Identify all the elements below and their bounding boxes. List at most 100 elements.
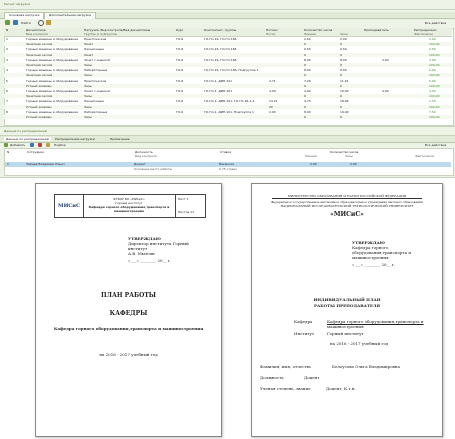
row-lectures: 8,00 [304, 109, 311, 114]
filter-icon[interactable] [46, 20, 51, 25]
row-load-kind: Часы [84, 83, 92, 88]
col-groups: Контингент, группы [204, 28, 237, 32]
row-lectures: 8,00 [304, 57, 311, 62]
row-distributed: 4,00 [429, 89, 436, 93]
degree-label: Ученая степень, звание [260, 386, 311, 391]
row-discipline: Зачетная сессия [26, 73, 53, 78]
distribution-tab-bar: Данные по распределению Распределение на… [0, 135, 455, 143]
sheet-info: Лист 1 Листов 11 [175, 195, 206, 217]
row-groups: ГО-ГО-1, ДИП-101, Подгруппа 1 [204, 109, 254, 114]
table-row[interactable]: Устный экзамен Часы 0 0 100,00 [4, 83, 452, 88]
row-discipline: Горные машины и оборудование [26, 47, 79, 52]
table-row[interactable]: 7 Горные машины и оборудование Лекционные Г… [4, 99, 452, 103]
row-hours: 0 [340, 63, 342, 67]
table-row[interactable]: 8 Горные машины и оборудование Лабораторны… [4, 110, 452, 114]
row-hours: 8,00 [340, 57, 347, 62]
row-potok: 2,00 [269, 109, 276, 114]
row-teacher: 4,00 [382, 89, 389, 93]
row-hours: 2,00 [340, 37, 347, 41]
table-row[interactable]: 3 Горные машины и оборудование Зачет с оце… [4, 58, 452, 62]
row-distributed: 100,00 [429, 94, 440, 99]
row-distributed: 100,00 [429, 73, 440, 78]
row-potok: 14,21 [269, 99, 278, 104]
row-groups: ГО-ГО-1, ДИП-101, ГО-ГО-16-1-2 [204, 99, 255, 104]
tab-load-distribution[interactable]: Распределение нагрузки [55, 137, 95, 141]
subcol-hours: Часы [345, 154, 353, 158]
grid-header: N Дисциплина Нагрузка, Вид контроля/Вид … [4, 28, 452, 37]
university-logo: МИСиС [55, 195, 84, 217]
employee-rate-value: 0,75 ставки [219, 167, 238, 171]
col-n: N [7, 150, 10, 154]
table-row[interactable]: Зачетная сессия Зачет 0 0 100,00 [4, 42, 452, 47]
row-distributed: 100,00 [429, 104, 440, 109]
sheet-number: Лист 1 [178, 197, 189, 201]
up-icon[interactable] [46, 143, 50, 147]
approval-block: УТВЕРЖДАЮ Кафедра горного оборудования,т… [352, 240, 437, 267]
search-icon[interactable] [38, 20, 44, 26]
row-load-kind: Лабораторные [84, 109, 108, 114]
table-row[interactable]: Устный экзамен Часы 0 0 100,00 [4, 115, 452, 119]
row-groups: ГО-ГО-16, ГО-ГО-16б [204, 37, 237, 41]
row-hours: 0 [340, 115, 342, 119]
subcol-control: Вид контроля [135, 154, 157, 158]
row-distributed: 100,00 [429, 42, 440, 47]
tab-extra-load[interactable]: Дополнительная нагрузка [44, 12, 96, 19]
table-row[interactable]: Зачетная сессия Часы 0 0 100,00 [4, 63, 452, 67]
row-load-kind: Зачет [84, 52, 94, 57]
table-row[interactable]: 5 Горные машины и оборудование Практически… [4, 79, 452, 83]
copy-icon[interactable] [30, 143, 34, 147]
subcol-groups: Группы и подгруппы [84, 32, 118, 36]
row-course: ГО-6 [176, 47, 184, 52]
delete-icon[interactable] [38, 143, 42, 147]
find-button[interactable]: Найти [21, 21, 31, 25]
row-lectures: 4,75 [304, 99, 311, 104]
row-distributed: 2,00 [429, 37, 436, 41]
table-row[interactable]: 1 Горные машины и оборудование Практически… [4, 37, 452, 41]
tab-distribution-data[interactable]: Данные по распределению [4, 137, 52, 141]
row-load-kind: Зачет с оценкой [84, 89, 110, 93]
subcol-actual: Фактически [415, 154, 434, 158]
row-number: 7 [6, 99, 8, 104]
distribution-title: Данные по распределению [4, 129, 48, 133]
row-discipline: Горные машины и оборудование [26, 99, 79, 104]
table-row[interactable]: 4 Горные машины и оборудование Лабораторны… [4, 68, 452, 72]
row-number: 8 [6, 109, 8, 114]
row-hours: 0 [340, 83, 342, 88]
copy-icon[interactable] [13, 20, 18, 25]
institute-label: Институт [294, 331, 315, 336]
col-rate: Ставка [220, 150, 232, 154]
logo-text: МИСиС [58, 203, 80, 209]
add-button[interactable]: Добавить [10, 143, 25, 147]
all-actions-button[interactable]: Все действия [425, 21, 446, 25]
row-distributed: 100,00 [429, 115, 440, 119]
row-load-kind: Часы [84, 115, 92, 119]
sheet-count: Листов 11 [178, 210, 194, 214]
employee-name: Зайцев Владимир Ильич [26, 162, 65, 166]
select-button[interactable]: Подбор [54, 143, 66, 147]
table-row[interactable]: Зачетная сессия Часы 0 0 100,00 [4, 94, 452, 99]
table-row[interactable]: 6 Горные машины и оборудование Зачет с оце… [4, 89, 452, 93]
row-course: ГО-6 [176, 57, 184, 62]
row-discipline: Горные машины и оборудование [26, 109, 79, 114]
add-icon[interactable] [4, 143, 8, 147]
table-row[interactable]: Зачетная сессия Зачет 0 0 100,00 [4, 52, 452, 57]
row-number: 5 [6, 78, 8, 83]
table-row[interactable]: Устный экзамен Часы 20 0 0 100,00 [4, 104, 452, 109]
subcol-lectures: Лекции [304, 32, 316, 36]
tab-main-load[interactable]: Основная нагрузка [4, 12, 45, 19]
row-course: ГО-6 [176, 78, 184, 83]
tab-note[interactable]: Примечание [110, 137, 130, 141]
header-text: ФГБОУ ВО «МИСиС» Горный институт Кафедра… [83, 195, 175, 217]
row-discipline: Горные машины и оборудование [26, 68, 79, 73]
all-actions-button[interactable]: Все действия [425, 143, 446, 147]
row-distributed: 5,00 [429, 78, 436, 83]
add-icon[interactable] [5, 20, 10, 25]
table-row[interactable]: Зачетная сессия Часы 0 0 100,00 [4, 73, 452, 78]
dept-label: Кафедра [294, 319, 313, 324]
row-lectures: 0 [304, 104, 306, 109]
row-n: 1 [7, 162, 9, 166]
table-row[interactable]: 2 Горные машины и оборудование Лекционные Г… [4, 47, 452, 51]
subcol-control: Вид контроля [26, 32, 48, 36]
row-lectures: 0 [304, 73, 306, 78]
row-lectures: 4,00 [304, 89, 311, 93]
